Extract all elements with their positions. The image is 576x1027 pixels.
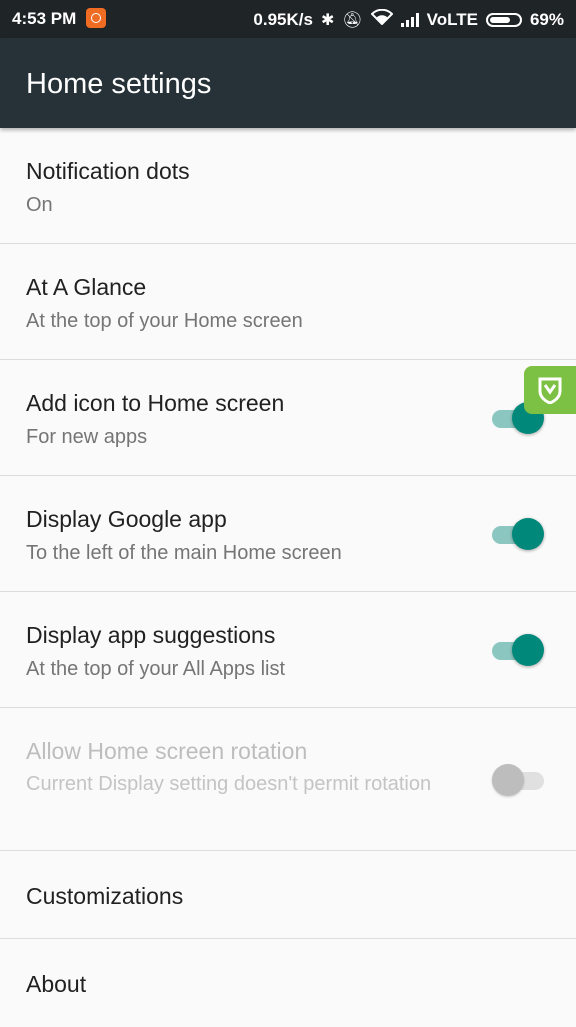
home-screen-rotation-toggle	[492, 760, 544, 800]
setting-title: Customizations	[26, 883, 184, 909]
setting-title: Display Google app	[26, 506, 227, 532]
setting-summary: Current Display setting doesn't permit r…	[26, 773, 432, 795]
setting-summary: To the left of the main Home screen	[26, 542, 342, 564]
app-bar: Home settings	[0, 38, 576, 128]
display-app-suggestions-toggle[interactable]	[492, 630, 544, 670]
setting-about[interactable]: About	[0, 939, 576, 1027]
setting-at-a-glance[interactable]: At A Glance At the top of your Home scre…	[0, 244, 576, 360]
setting-title: About	[26, 971, 87, 997]
signal-icon	[400, 12, 419, 27]
shield-icon	[538, 377, 562, 404]
status-time: 4:53 PM	[12, 9, 77, 28]
setting-title: Notification dots	[26, 158, 190, 184]
settings-list: Notification dots On At A Glance At the …	[0, 128, 576, 1027]
setting-title: Display app suggestions	[26, 622, 276, 648]
mute-icon: 🔕︎	[342, 11, 363, 29]
network-speed: 0.95K/s	[253, 9, 313, 29]
page-title: Home settings	[26, 68, 212, 100]
status-right-group: 0.95K/s ✱ 🔕︎ VoLTE 69%	[253, 8, 564, 30]
network-type: VoLTE	[426, 9, 478, 29]
status-bar: 4:53 PM 0.95K/s ✱ 🔕︎ VoLTE 69%	[0, 0, 576, 38]
setting-summary: On	[26, 194, 53, 216]
setting-title: At A Glance	[26, 274, 147, 300]
battery-percent: 69%	[529, 9, 564, 29]
setting-display-app-suggestions[interactable]: Display app suggestions At the top of yo…	[0, 592, 576, 708]
battery-icon	[485, 12, 522, 27]
setting-summary: At the top of your Home screen	[26, 310, 303, 332]
setting-title: Add icon to Home screen	[26, 390, 285, 416]
bluetooth-icon: ✱	[320, 11, 335, 29]
setting-customizations[interactable]: Customizations	[0, 851, 576, 939]
setting-display-google-app[interactable]: Display Google app To the left of the ma…	[0, 476, 576, 592]
setting-summary: At the top of your All Apps list	[26, 658, 286, 680]
setting-title: Allow Home screen rotation	[26, 738, 308, 764]
setting-home-screen-rotation: Allow Home screen rotation Current Displ…	[0, 708, 576, 851]
setting-notification-dots[interactable]: Notification dots On	[0, 128, 576, 244]
display-google-app-toggle[interactable]	[492, 514, 544, 554]
wifi-icon	[370, 8, 394, 30]
setting-add-icon[interactable]: Add icon to Home screen For new apps	[0, 360, 576, 476]
notification-app-icon	[86, 8, 106, 28]
setting-summary: For new apps	[26, 426, 148, 448]
floating-security-badge[interactable]	[524, 366, 576, 414]
